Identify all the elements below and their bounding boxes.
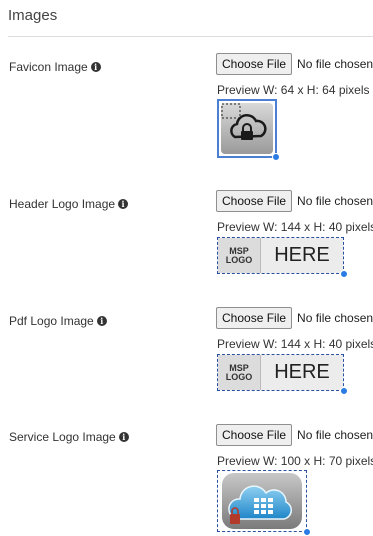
choose-file-button[interactable]: Choose File <box>216 53 293 75</box>
info-icon[interactable]: i <box>90 62 101 72</box>
preview-size-text: Preview W: 144 x H: 40 pixels <box>217 220 373 234</box>
resize-handle[interactable] <box>340 270 348 278</box>
divider <box>8 36 373 37</box>
favicon-file-input[interactable]: Choose File No file chosen <box>216 53 373 75</box>
service-logo-file-input[interactable]: Choose File No file chosen <box>216 424 373 446</box>
field-label: Pdf Logo Image <box>9 314 94 328</box>
field-label: Favicon Image <box>9 60 88 74</box>
cloud-lock-icon <box>221 103 273 154</box>
file-status: No file chosen <box>297 428 373 442</box>
header-logo-image-label: Header Logo Image i <box>9 197 129 211</box>
header-logo-preview: MSP LOGO HERE <box>217 237 348 278</box>
pdf-logo-preview: MSP LOGO HERE <box>217 354 348 395</box>
file-status: No file chosen <box>297 194 373 208</box>
msp-logo-placeholder: MSP LOGO HERE <box>218 355 343 390</box>
pdf-logo-image-label: Pdf Logo Image i <box>9 314 107 328</box>
logo-big-text: HERE <box>261 355 343 390</box>
cloud-service-icon <box>222 473 302 529</box>
file-status: No file chosen <box>297 57 373 71</box>
field-label: Service Logo Image <box>9 430 116 444</box>
info-icon[interactable]: i <box>118 199 129 209</box>
resize-handle[interactable] <box>340 387 348 395</box>
favicon-image-label: Favicon Image i <box>9 60 101 74</box>
file-status: No file chosen <box>297 311 373 325</box>
field-label: Header Logo Image <box>9 197 116 211</box>
logo-big-text: HERE <box>261 238 343 273</box>
msp-logo-placeholder: MSP LOGO HERE <box>218 238 343 273</box>
choose-file-button[interactable]: Choose File <box>216 190 293 212</box>
logo-small-text: MSP LOGO <box>218 238 261 273</box>
preview-size-text: Preview W: 100 x H: 70 pixels <box>217 454 373 468</box>
choose-file-button[interactable]: Choose File <box>216 307 293 329</box>
resize-handle[interactable] <box>272 153 280 161</box>
logo-small-text: MSP LOGO <box>218 355 261 390</box>
section-title: Images <box>8 7 58 24</box>
favicon-preview <box>217 99 280 161</box>
info-icon[interactable]: i <box>96 316 107 326</box>
service-logo-image-label: Service Logo Image i <box>9 430 129 444</box>
pdf-logo-file-input[interactable]: Choose File No file chosen <box>216 307 373 329</box>
info-icon[interactable]: i <box>118 432 129 442</box>
resize-handle[interactable] <box>303 528 311 536</box>
header-logo-file-input[interactable]: Choose File No file chosen <box>216 190 373 212</box>
preview-size-text: Preview W: 144 x H: 40 pixels <box>217 337 373 351</box>
choose-file-button[interactable]: Choose File <box>216 424 293 446</box>
preview-size-text: Preview W: 64 x H: 64 pixels <box>217 83 370 97</box>
service-logo-preview <box>217 470 311 536</box>
